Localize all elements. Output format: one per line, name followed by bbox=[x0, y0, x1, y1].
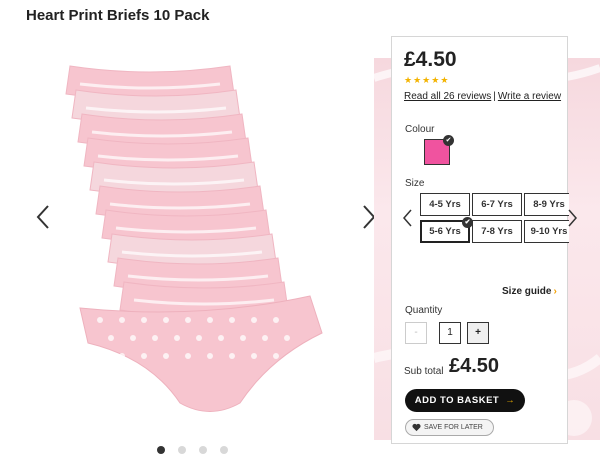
save-for-later-label: SAVE FOR LATER bbox=[424, 424, 483, 431]
heart-print-dot bbox=[185, 317, 191, 323]
gallery-dot[interactable] bbox=[199, 446, 207, 454]
heart-print-dot bbox=[152, 335, 158, 341]
heart-print-dot bbox=[196, 335, 202, 341]
chevron-left-icon[interactable] bbox=[401, 207, 413, 229]
heart-print-dot bbox=[251, 353, 257, 359]
gallery-dot[interactable] bbox=[157, 446, 165, 454]
heart-print-dot bbox=[251, 317, 257, 323]
heart-print-dot bbox=[284, 335, 290, 341]
size-option[interactable]: 7-8 Yrs bbox=[472, 220, 522, 243]
size-option-label: 8-9 Yrs bbox=[533, 199, 565, 210]
reviews-separator: | bbox=[493, 91, 496, 102]
heart-icon bbox=[412, 423, 421, 432]
heart-print-dot bbox=[229, 353, 235, 359]
size-option[interactable]: 5-6 Yrs ✔ bbox=[420, 217, 473, 243]
size-option[interactable]: 4-5 Yrs bbox=[420, 193, 470, 216]
size-guide-link[interactable]: Size guide › bbox=[502, 286, 557, 297]
size-option-label: 5-6 Yrs bbox=[429, 226, 461, 237]
heart-print-dot bbox=[240, 335, 246, 341]
heart-print-dot bbox=[141, 317, 147, 323]
heart-print-dot bbox=[119, 317, 125, 323]
colour-label: Colour bbox=[405, 124, 435, 135]
arrow-right-icon: › bbox=[553, 286, 557, 297]
quantity-input[interactable]: 1 bbox=[439, 322, 461, 344]
heart-print-dot bbox=[97, 317, 103, 323]
arrow-right-icon: → bbox=[505, 395, 516, 406]
gallery-dot[interactable] bbox=[178, 446, 186, 454]
size-option-label: 6-7 Yrs bbox=[481, 199, 513, 210]
size-option-label: 7-8 Yrs bbox=[481, 226, 513, 237]
write-review-link[interactable]: Write a review bbox=[498, 91, 561, 102]
gallery-dots bbox=[157, 446, 228, 454]
page-title: Heart Print Briefs 10 Pack bbox=[26, 7, 210, 24]
product-gallery bbox=[20, 30, 390, 462]
heart-print-dot bbox=[273, 353, 279, 359]
price: £4.50 bbox=[404, 48, 457, 71]
size-options: 4-5 Yrs 6-7 Yrs 8-9 Yrs 5-6 Yrs ✔ 7-8 Yrs 9-10… bbox=[420, 193, 569, 245]
heart-print-dot bbox=[163, 317, 169, 323]
quantity-decrease-button[interactable]: - bbox=[405, 322, 427, 344]
heart-print-dot bbox=[207, 353, 213, 359]
add-to-basket-label: ADD TO BASKET bbox=[414, 395, 500, 406]
heart-print-dot bbox=[97, 353, 103, 359]
heart-print-dot bbox=[273, 317, 279, 323]
heart-print-dot bbox=[108, 371, 114, 377]
star-icon: ★ bbox=[413, 75, 422, 85]
heart-print-dot bbox=[218, 335, 224, 341]
heart-print-dot bbox=[262, 335, 268, 341]
size-option-label: 4-5 Yrs bbox=[429, 199, 461, 210]
heart-print-dot bbox=[163, 353, 169, 359]
heart-print-dot bbox=[108, 335, 114, 341]
colour-swatch[interactable]: ✔ bbox=[424, 135, 454, 165]
reviews-row: Read all 26 reviews | Write a review bbox=[404, 91, 561, 102]
gallery-dot[interactable] bbox=[220, 446, 228, 454]
front-brief bbox=[79, 295, 323, 412]
chevron-right-icon[interactable] bbox=[567, 207, 579, 229]
subtotal-value: £4.50 bbox=[449, 355, 500, 377]
heart-print-dot bbox=[119, 353, 125, 359]
subtotal-label: Sub total bbox=[404, 366, 444, 377]
size-label: Size bbox=[405, 178, 425, 189]
heart-print-dot bbox=[207, 317, 213, 323]
star-icon: ★ bbox=[404, 75, 413, 85]
heart-print-dot bbox=[229, 317, 235, 323]
size-option[interactable]: 9-10 Yrs bbox=[524, 220, 569, 243]
star-icon: ★ bbox=[422, 75, 431, 85]
size-option[interactable]: 6-7 Yrs bbox=[472, 193, 522, 216]
quantity-label: Quantity bbox=[405, 305, 443, 316]
star-icon: ★ bbox=[440, 75, 449, 85]
save-for-later-button[interactable]: SAVE FOR LATER bbox=[405, 419, 494, 436]
check-icon: ✔ bbox=[443, 135, 454, 146]
heart-print-dot bbox=[174, 335, 180, 341]
chevron-left-icon[interactable] bbox=[32, 202, 56, 232]
heart-print-dot bbox=[130, 335, 136, 341]
add-to-basket-button[interactable]: ADD TO BASKET → bbox=[405, 389, 525, 412]
rating-stars: ★ ★ ★ ★ ★ bbox=[404, 76, 448, 85]
heart-print-dot bbox=[141, 353, 147, 359]
size-option[interactable]: 8-9 Yrs bbox=[524, 193, 569, 216]
purchase-panel: £4.50 ★ ★ ★ ★ ★ Read all 26 reviews | Writ… bbox=[391, 36, 577, 444]
read-reviews-link[interactable]: Read all 26 reviews bbox=[404, 91, 491, 102]
star-icon: ★ bbox=[431, 75, 440, 85]
quantity-increase-button[interactable]: + bbox=[467, 322, 489, 344]
heart-print-dot bbox=[185, 353, 191, 359]
size-option-label: 9-10 Yrs bbox=[530, 226, 568, 237]
product-image bbox=[60, 58, 350, 426]
size-guide-label: Size guide bbox=[502, 286, 552, 297]
